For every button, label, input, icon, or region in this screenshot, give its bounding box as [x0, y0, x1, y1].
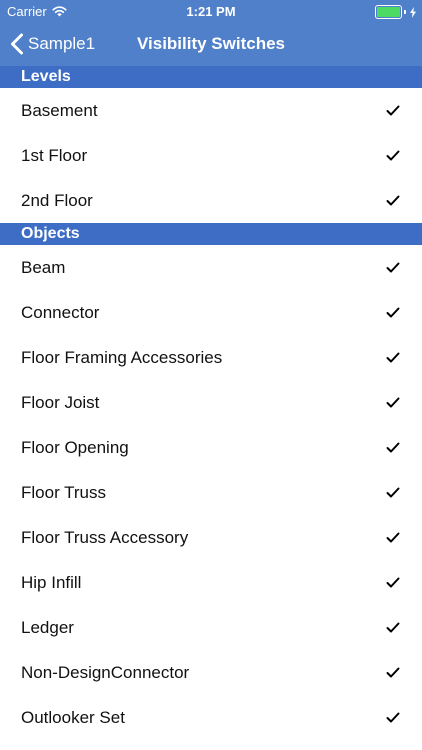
battery-tip: [404, 10, 406, 14]
section-header-levels: Levels: [0, 66, 422, 88]
list-item-floor-truss-accessory[interactable]: Floor Truss Accessory: [0, 515, 422, 560]
status-time: 1:21 PM: [186, 4, 236, 19]
list-item-outlooker-set[interactable]: Outlooker Set: [0, 695, 422, 740]
checkmark-icon: [386, 667, 400, 678]
navigation-bar: Sample1 Visibility Switches: [0, 22, 422, 66]
list-item-label: Non-DesignConnector: [21, 662, 190, 682]
list-item-hip-infill[interactable]: Hip Infill: [0, 560, 422, 605]
status-bar: Carrier 1:21 PM: [0, 0, 422, 22]
list-item-floor-truss[interactable]: Floor Truss: [0, 470, 422, 515]
list-item-label: Floor Framing Accessories: [21, 347, 223, 367]
list-item-label: Beam: [21, 257, 66, 277]
checkmark-icon: [386, 442, 400, 453]
checkmark-icon: [386, 532, 400, 543]
list-item-label: Floor Joist: [21, 392, 100, 412]
list-item-label: Ledger: [21, 617, 74, 637]
list-item-floor-joist[interactable]: Floor Joist: [0, 380, 422, 425]
list-item-1st-floor[interactable]: 1st Floor: [0, 133, 422, 178]
header: Carrier 1:21 PM Sample1 Visibility Switc…: [0, 0, 422, 66]
checkmark-icon: [386, 352, 400, 363]
list-item-label: Floor Truss Accessory: [21, 527, 189, 547]
list-item-non-design-connector[interactable]: Non-DesignConnector: [0, 650, 422, 695]
checkmark-icon: [386, 487, 400, 498]
checkmark-icon: [386, 195, 400, 206]
list-item-label: 2nd Floor: [21, 190, 93, 210]
list-item-basement[interactable]: Basement: [0, 88, 422, 133]
checkmark-icon: [386, 307, 400, 318]
list-item-label: Hip Infill: [21, 572, 82, 592]
checkmark-icon: [386, 712, 400, 723]
checkmark-icon: [386, 622, 400, 633]
list-item-label: Outlooker Set: [21, 707, 125, 727]
list-item-label: Basement: [21, 100, 98, 120]
list-item-label: Floor Truss: [21, 482, 107, 502]
list-item-label: 1st Floor: [21, 145, 88, 165]
checkmark-icon: [386, 397, 400, 408]
battery-icon: [375, 5, 402, 19]
list-item-connector[interactable]: Connector: [0, 290, 422, 335]
battery-indicator: [375, 5, 416, 19]
checkmark-icon: [386, 262, 400, 273]
checkmark-icon: [386, 577, 400, 588]
list-item-label: Floor Opening: [21, 437, 129, 457]
page-title: Visibility Switches: [136, 34, 286, 53]
checkmark-icon: [386, 150, 400, 161]
battery-fill: [377, 7, 400, 17]
checkmark-icon: [386, 105, 400, 116]
screen: Carrier 1:21 PM Sample1 Visibility Switc…: [0, 0, 422, 750]
charging-bolt-icon: [410, 6, 416, 18]
list-item-label: Connector: [21, 302, 100, 322]
section-header-objects: Objects: [0, 223, 422, 245]
list-item-2nd-floor[interactable]: 2nd Floor: [0, 178, 422, 223]
list-item-beam[interactable]: Beam: [0, 245, 422, 290]
list-item-floor-opening[interactable]: Floor Opening: [0, 425, 422, 470]
list-item-floor-framing-accessories[interactable]: Floor Framing Accessories: [0, 335, 422, 380]
list-item-ledger[interactable]: Ledger: [0, 605, 422, 650]
